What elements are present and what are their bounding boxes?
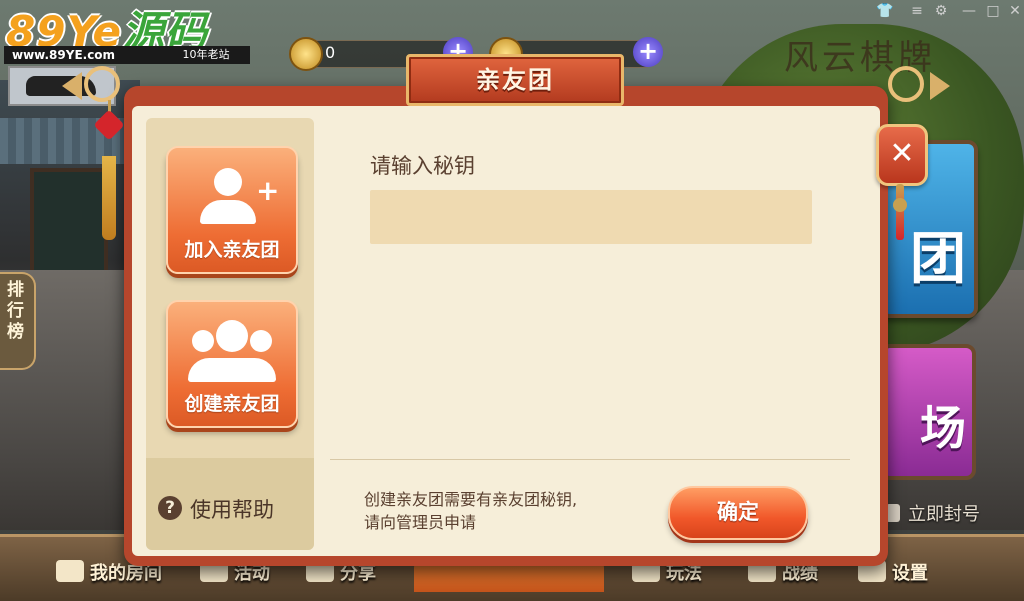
maximize-icon[interactable]: □ (984, 3, 1002, 19)
club-tile-char: 团 (910, 227, 966, 292)
create-group-button[interactable]: 创建亲友团 (166, 300, 298, 428)
site-watermark: 89Ye源码 www.89YE.com 10年老站 (0, 0, 250, 64)
hint-line-2: 请向管理员申请 (364, 513, 477, 532)
settings-icon[interactable]: ⚙ (932, 3, 950, 19)
chinese-knot-decoration (93, 100, 125, 250)
dialog-title: 亲友团 (476, 66, 554, 94)
close-window-icon[interactable]: ✕ (1006, 3, 1024, 19)
scroll-ornament-right (882, 60, 942, 102)
window-controls: 👕 ≡ ⚙ — □ ✕ (864, 0, 1024, 24)
join-group-label: 加入亲友团 (184, 239, 280, 261)
arena-tile[interactable]: 场 (880, 344, 976, 480)
notice-icon (886, 504, 900, 522)
minimize-icon[interactable]: — (960, 3, 978, 19)
confirm-label: 确定 (717, 500, 759, 524)
create-group-label: 创建亲友团 (184, 393, 280, 415)
side-panel: + 加入亲友团 创建亲友团 (146, 118, 314, 550)
hint-line-1: 创建亲友团需要有亲友团秘钥, (364, 490, 578, 509)
help-icon: ? (158, 496, 182, 520)
confirm-button[interactable]: 确定 (668, 486, 808, 540)
close-icon: ✕ (889, 136, 915, 171)
leaderboard-label: 排行榜 (7, 280, 24, 342)
join-group-button[interactable]: + 加入亲友团 (166, 146, 298, 274)
report-notice: 立即封号 (886, 500, 980, 526)
key-label: 请输入秘钥 (370, 154, 475, 178)
close-dialog-button[interactable]: ✕ (876, 124, 928, 186)
house-icon (56, 560, 84, 582)
help-label: 使用帮助 (190, 498, 274, 522)
watermark-tag: 10年老站 (162, 46, 250, 64)
divider (330, 459, 850, 460)
key-input[interactable] (370, 190, 812, 244)
coin-icon (289, 37, 323, 71)
add-gems-button[interactable]: + (633, 37, 663, 67)
plus-icon: + (256, 174, 280, 207)
coin-value: 0 (325, 43, 336, 62)
close-tassel-decoration (893, 184, 907, 240)
scroll-ornament-left (64, 60, 124, 102)
menu-icon[interactable]: ≡ (908, 3, 926, 19)
hint-text: 创建亲友团需要有亲友团秘钥, 请向管理员申请 (364, 488, 664, 534)
arena-tile-char: 场 (920, 401, 966, 455)
leaderboard-tab[interactable]: 排行榜 (0, 272, 36, 370)
title-banner: 亲友团 (392, 50, 632, 106)
skin-icon[interactable]: 👕 (876, 3, 894, 19)
